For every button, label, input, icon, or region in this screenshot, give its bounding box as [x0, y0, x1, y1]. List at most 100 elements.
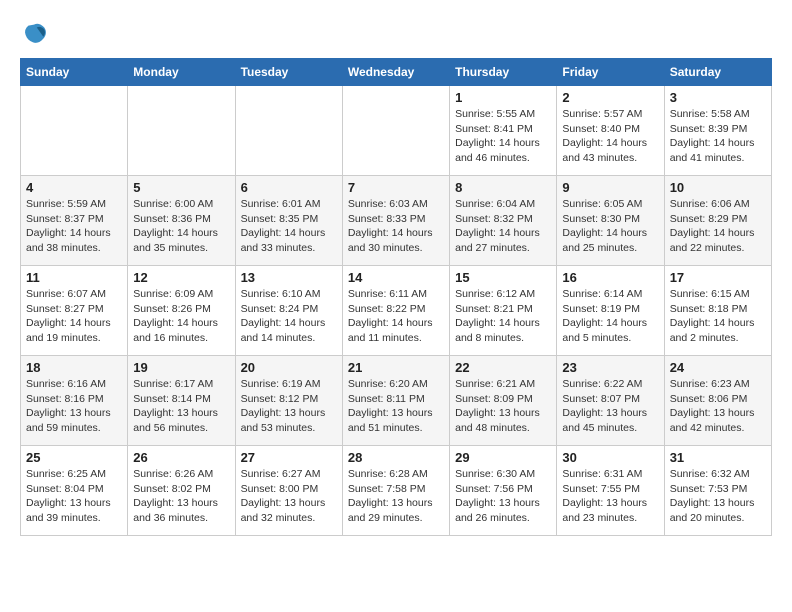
week-row-5: 25 Sunrise: 6:25 AM Sunset: 8:04 PM Dayli… [21, 446, 772, 536]
day-number: 12 [133, 270, 229, 285]
day-info: Sunrise: 6:01 AM Sunset: 8:35 PM Dayligh… [241, 197, 337, 256]
day-info: Sunrise: 5:55 AM Sunset: 8:41 PM Dayligh… [455, 107, 551, 166]
calendar-table: SundayMondayTuesdayWednesdayThursdayFrid… [20, 58, 772, 536]
day-number: 21 [348, 360, 444, 375]
day-info: Sunrise: 6:17 AM Sunset: 8:14 PM Dayligh… [133, 377, 229, 436]
day-number: 24 [670, 360, 766, 375]
calendar-cell [235, 86, 342, 176]
day-info: Sunrise: 6:16 AM Sunset: 8:16 PM Dayligh… [26, 377, 122, 436]
calendar-cell: 21 Sunrise: 6:20 AM Sunset: 8:11 PM Dayli… [342, 356, 449, 446]
day-number: 28 [348, 450, 444, 465]
header-day-tuesday: Tuesday [235, 59, 342, 86]
day-info: Sunrise: 5:59 AM Sunset: 8:37 PM Dayligh… [26, 197, 122, 256]
day-number: 7 [348, 180, 444, 195]
calendar-cell: 2 Sunrise: 5:57 AM Sunset: 8:40 PM Daylig… [557, 86, 664, 176]
day-number: 25 [26, 450, 122, 465]
calendar-cell: 13 Sunrise: 6:10 AM Sunset: 8:24 PM Dayli… [235, 266, 342, 356]
calendar-cell: 31 Sunrise: 6:32 AM Sunset: 7:53 PM Dayli… [664, 446, 771, 536]
day-info: Sunrise: 6:20 AM Sunset: 8:11 PM Dayligh… [348, 377, 444, 436]
calendar-cell: 22 Sunrise: 6:21 AM Sunset: 8:09 PM Dayli… [450, 356, 557, 446]
day-number: 4 [26, 180, 122, 195]
calendar-cell: 27Sunrise: 6:27 AM Sunset: 8:00 PM Dayli… [235, 446, 342, 536]
page-header [20, 20, 772, 48]
calendar-cell: 20 Sunrise: 6:19 AM Sunset: 8:12 PM Dayli… [235, 356, 342, 446]
calendar-cell: 10 Sunrise: 6:06 AM Sunset: 8:29 PM Dayli… [664, 176, 771, 266]
day-number: 30 [562, 450, 658, 465]
calendar-cell: 18 Sunrise: 6:16 AM Sunset: 8:16 PM Dayli… [21, 356, 128, 446]
calendar-cell: 30 Sunrise: 6:31 AM Sunset: 7:55 PM Dayli… [557, 446, 664, 536]
calendar-header: SundayMondayTuesdayWednesdayThursdayFrid… [21, 59, 772, 86]
day-number: 17 [670, 270, 766, 285]
day-number: 6 [241, 180, 337, 195]
day-number: 1 [455, 90, 551, 105]
logo [20, 20, 52, 48]
calendar-cell: 23 Sunrise: 6:22 AM Sunset: 8:07 PM Dayli… [557, 356, 664, 446]
day-info: Sunrise: 6:00 AM Sunset: 8:36 PM Dayligh… [133, 197, 229, 256]
day-number: 11 [26, 270, 122, 285]
day-number: 23 [562, 360, 658, 375]
week-row-1: 1 Sunrise: 5:55 AM Sunset: 8:41 PM Daylig… [21, 86, 772, 176]
calendar-cell: 25 Sunrise: 6:25 AM Sunset: 8:04 PM Dayli… [21, 446, 128, 536]
day-info: Sunrise: 6:23 AM Sunset: 8:06 PM Dayligh… [670, 377, 766, 436]
day-info: Sunrise: 6:21 AM Sunset: 8:09 PM Dayligh… [455, 377, 551, 436]
day-info: Sunrise: 6:06 AM Sunset: 8:29 PM Dayligh… [670, 197, 766, 256]
calendar-cell [342, 86, 449, 176]
day-info: Sunrise: 6:09 AM Sunset: 8:26 PM Dayligh… [133, 287, 229, 346]
day-info: Sunrise: 5:57 AM Sunset: 8:40 PM Dayligh… [562, 107, 658, 166]
day-info: Sunrise: 6:19 AM Sunset: 8:12 PM Dayligh… [241, 377, 337, 436]
day-number: 15 [455, 270, 551, 285]
day-number: 3 [670, 90, 766, 105]
calendar-cell: 1 Sunrise: 5:55 AM Sunset: 8:41 PM Daylig… [450, 86, 557, 176]
day-info: Sunrise: 6:07 AM Sunset: 8:27 PM Dayligh… [26, 287, 122, 346]
calendar-cell [128, 86, 235, 176]
day-info: Sunrise: 6:28 AM Sunset: 7:58 PM Dayligh… [348, 467, 444, 526]
calendar-cell: 5Sunrise: 6:00 AM Sunset: 8:36 PM Daylig… [128, 176, 235, 266]
day-info: Sunrise: 6:12 AM Sunset: 8:21 PM Dayligh… [455, 287, 551, 346]
day-number: 19 [133, 360, 229, 375]
calendar-cell: 11 Sunrise: 6:07 AM Sunset: 8:27 PM Dayli… [21, 266, 128, 356]
day-info: Sunrise: 6:30 AM Sunset: 7:56 PM Dayligh… [455, 467, 551, 526]
day-info: Sunrise: 6:14 AM Sunset: 8:19 PM Dayligh… [562, 287, 658, 346]
week-row-3: 11 Sunrise: 6:07 AM Sunset: 8:27 PM Dayli… [21, 266, 772, 356]
day-info: Sunrise: 6:11 AM Sunset: 8:22 PM Dayligh… [348, 287, 444, 346]
header-day-sunday: Sunday [21, 59, 128, 86]
day-info: Sunrise: 6:27 AM Sunset: 8:00 PM Dayligh… [241, 467, 337, 526]
calendar-cell: 8Sunrise: 6:04 AM Sunset: 8:32 PM Daylig… [450, 176, 557, 266]
day-info: Sunrise: 6:10 AM Sunset: 8:24 PM Dayligh… [241, 287, 337, 346]
calendar-cell: 9Sunrise: 6:05 AM Sunset: 8:30 PM Daylig… [557, 176, 664, 266]
day-info: Sunrise: 6:26 AM Sunset: 8:02 PM Dayligh… [133, 467, 229, 526]
header-day-thursday: Thursday [450, 59, 557, 86]
day-number: 10 [670, 180, 766, 195]
calendar-cell: 28 Sunrise: 6:28 AM Sunset: 7:58 PM Dayli… [342, 446, 449, 536]
calendar-cell: 15 Sunrise: 6:12 AM Sunset: 8:21 PM Dayli… [450, 266, 557, 356]
week-row-2: 4 Sunrise: 5:59 AM Sunset: 8:37 PM Daylig… [21, 176, 772, 266]
day-number: 13 [241, 270, 337, 285]
day-info: Sunrise: 6:31 AM Sunset: 7:55 PM Dayligh… [562, 467, 658, 526]
day-number: 16 [562, 270, 658, 285]
calendar-cell [21, 86, 128, 176]
day-info: Sunrise: 6:15 AM Sunset: 8:18 PM Dayligh… [670, 287, 766, 346]
day-info: Sunrise: 6:22 AM Sunset: 8:07 PM Dayligh… [562, 377, 658, 436]
logo-icon [20, 20, 48, 48]
day-number: 18 [26, 360, 122, 375]
calendar-cell: 24 Sunrise: 6:23 AM Sunset: 8:06 PM Dayli… [664, 356, 771, 446]
header-day-monday: Monday [128, 59, 235, 86]
header-day-saturday: Saturday [664, 59, 771, 86]
week-row-4: 18 Sunrise: 6:16 AM Sunset: 8:16 PM Dayli… [21, 356, 772, 446]
day-info: Sunrise: 6:32 AM Sunset: 7:53 PM Dayligh… [670, 467, 766, 526]
day-number: 2 [562, 90, 658, 105]
day-number: 29 [455, 450, 551, 465]
calendar-cell: 3Sunrise: 5:58 AM Sunset: 8:39 PM Daylig… [664, 86, 771, 176]
day-number: 26 [133, 450, 229, 465]
calendar-cell: 29 Sunrise: 6:30 AM Sunset: 7:56 PM Dayli… [450, 446, 557, 536]
calendar-cell: 14Sunrise: 6:11 AM Sunset: 8:22 PM Dayli… [342, 266, 449, 356]
day-number: 20 [241, 360, 337, 375]
header-day-wednesday: Wednesday [342, 59, 449, 86]
header-row: SundayMondayTuesdayWednesdayThursdayFrid… [21, 59, 772, 86]
day-number: 22 [455, 360, 551, 375]
day-info: Sunrise: 6:25 AM Sunset: 8:04 PM Dayligh… [26, 467, 122, 526]
header-day-friday: Friday [557, 59, 664, 86]
day-number: 31 [670, 450, 766, 465]
calendar-cell: 16 Sunrise: 6:14 AM Sunset: 8:19 PM Dayli… [557, 266, 664, 356]
calendar-cell: 4 Sunrise: 5:59 AM Sunset: 8:37 PM Daylig… [21, 176, 128, 266]
